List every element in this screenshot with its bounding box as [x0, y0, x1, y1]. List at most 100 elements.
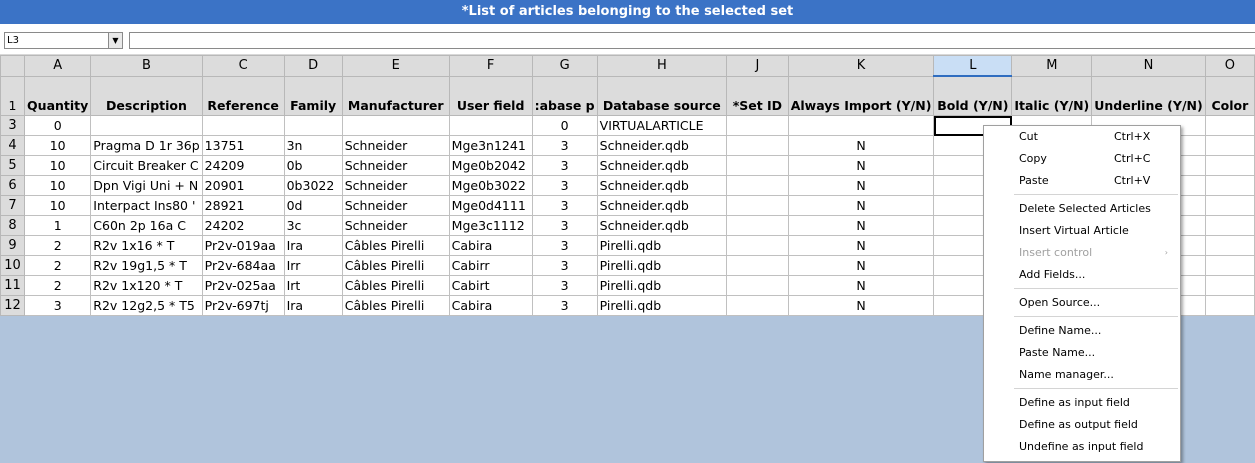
grid-cell[interactable]: 3	[531, 175, 598, 196]
grid-cell[interactable]: Pr2v-019aa	[201, 235, 285, 256]
field-header[interactable]: Italic (Y/N)	[1011, 75, 1093, 116]
grid-cell[interactable]	[726, 295, 789, 316]
grid-cell[interactable]: Mge3c1112	[448, 215, 533, 236]
grid-cell[interactable]	[726, 115, 789, 136]
grid-cell[interactable]	[726, 275, 789, 296]
grid-cell[interactable]: Cabira	[448, 235, 533, 256]
field-header[interactable]: Family	[283, 75, 343, 116]
grid-cell[interactable]: 2	[24, 255, 92, 276]
grid-cell[interactable]: Schneider	[341, 175, 450, 196]
grid-cell[interactable]: 0b3022	[283, 175, 343, 196]
grid-cell[interactable]	[726, 155, 789, 176]
grid-cell[interactable]: 3	[531, 235, 598, 256]
grid-cell[interactable]	[341, 115, 450, 136]
column-header-letter-selected[interactable]: L	[933, 55, 1013, 77]
grid-cell[interactable]: N	[787, 195, 935, 216]
grid-cell[interactable]: Pirelli.qdb	[596, 235, 728, 256]
grid-cell[interactable]: 1	[24, 215, 92, 236]
column-header-letter[interactable]: N	[1091, 55, 1206, 77]
grid-cell[interactable]: Schneider.qdb	[596, 215, 728, 236]
grid-cell[interactable]	[1204, 255, 1255, 276]
menu-item-name-manager[interactable]: Name manager...	[984, 364, 1180, 386]
row-number[interactable]: 6	[0, 175, 26, 196]
grid-cell[interactable]: 2	[24, 275, 92, 296]
grid-cell[interactable]: Schneider.qdb	[596, 135, 728, 156]
grid-cell[interactable]: Pr2v-025aa	[201, 275, 285, 296]
grid-cell[interactable]: C60n 2p 16a C	[90, 215, 203, 236]
grid-cell[interactable]: Schneider	[341, 215, 450, 236]
grid-cell[interactable]	[448, 115, 533, 136]
name-box[interactable]: L3 ▼	[4, 32, 123, 49]
grid-cell[interactable]: N	[787, 175, 935, 196]
row-number[interactable]: 3	[0, 115, 26, 136]
grid-cell[interactable]	[1204, 235, 1255, 256]
grid-cell[interactable]: 3	[531, 295, 598, 316]
grid-cell[interactable]	[1204, 115, 1255, 136]
grid-cell[interactable]: Schneider	[341, 195, 450, 216]
grid-cell[interactable]: 10	[24, 195, 92, 216]
grid-cell[interactable]: 0b	[283, 155, 343, 176]
menu-item-paste-name[interactable]: Paste Name...	[984, 342, 1180, 364]
column-header-letter[interactable]: J	[726, 55, 789, 77]
grid-cell[interactable]: R2v 19g1,5 * T	[90, 255, 203, 276]
grid-cell[interactable]: VIRTUALARTICLE	[596, 115, 728, 136]
grid-cell[interactable]: Irt	[283, 275, 343, 296]
grid-cell[interactable]: Interpact Ins80 '	[90, 195, 203, 216]
menu-item-add-fields[interactable]: Add Fields...	[984, 264, 1180, 286]
field-header[interactable]: Underline (Y/N)	[1091, 75, 1206, 116]
grid-cell[interactable]	[1204, 295, 1255, 316]
grid-cell[interactable]	[1204, 215, 1255, 236]
row-number[interactable]: 7	[0, 195, 26, 216]
column-header-letter[interactable]: M	[1011, 55, 1093, 77]
grid-cell[interactable]: 10	[24, 135, 92, 156]
field-header[interactable]: *Set ID	[726, 75, 789, 116]
grid-cell[interactable]: Cabirr	[448, 255, 533, 276]
formula-input[interactable]	[129, 32, 1255, 49]
grid-cell[interactable]: Ira	[283, 235, 343, 256]
grid-cell[interactable]: Câbles Pirelli	[341, 255, 450, 276]
grid-cell[interactable]: Mge0b2042	[448, 155, 533, 176]
grid-cell[interactable]	[1204, 275, 1255, 296]
grid-cell[interactable]: Ira	[283, 295, 343, 316]
grid-cell[interactable]: N	[787, 155, 935, 176]
row-number[interactable]: 12	[0, 295, 26, 316]
grid-cell[interactable]: 3c	[283, 215, 343, 236]
row-number[interactable]: 11	[0, 275, 26, 296]
field-header[interactable]: :abase p	[531, 75, 598, 116]
field-header[interactable]: Database source	[596, 75, 728, 116]
grid-cell[interactable]: N	[787, 255, 935, 276]
grid-cell[interactable]	[283, 115, 343, 136]
grid-cell[interactable]: Pragma D 1r 36p	[90, 135, 203, 156]
grid-cell[interactable]	[726, 195, 789, 216]
name-box-dropdown-button[interactable]: ▼	[108, 33, 122, 48]
menu-item-paste[interactable]: Paste Ctrl+V	[984, 170, 1180, 192]
grid-cell[interactable]: 10	[24, 175, 92, 196]
row-number[interactable]: 8	[0, 215, 26, 236]
grid-cell[interactable]: 0	[24, 115, 92, 136]
row-number[interactable]: 5	[0, 155, 26, 176]
grid-cell[interactable]	[90, 115, 203, 136]
grid-cell[interactable]: N	[787, 135, 935, 156]
field-header[interactable]: User field	[448, 75, 533, 116]
grid-cell[interactable]: Câbles Pirelli	[341, 275, 450, 296]
field-header[interactable]: Quantity	[24, 75, 92, 116]
grid-cell[interactable]: Mge0b3022	[448, 175, 533, 196]
grid-cell[interactable]: 13751	[201, 135, 285, 156]
grid-cell[interactable]: 3	[531, 195, 598, 216]
grid-cell[interactable]: Irr	[283, 255, 343, 276]
grid-cell[interactable]: Pirelli.qdb	[596, 275, 728, 296]
field-header[interactable]: Bold (Y/N)	[933, 75, 1013, 116]
menu-item-define-as-input-field[interactable]: Define as input field	[984, 392, 1180, 414]
grid-cell[interactable]	[726, 235, 789, 256]
grid-cell[interactable]: R2v 12g2,5 * T5	[90, 295, 203, 316]
grid-cell[interactable]: Cabira	[448, 295, 533, 316]
field-header[interactable]: Manufacturer	[341, 75, 450, 116]
grid-cell[interactable]	[1204, 175, 1255, 196]
menu-item-insert-virtual-article[interactable]: Insert Virtual Article	[984, 220, 1180, 242]
grid-cell[interactable]: 2	[24, 235, 92, 256]
grid-cell[interactable]: Schneider.qdb	[596, 155, 728, 176]
grid-cell[interactable]: 24202	[201, 215, 285, 236]
menu-item-define-as-output-field[interactable]: Define as output field	[984, 414, 1180, 436]
menu-item-delete-selected-articles[interactable]: Delete Selected Articles	[984, 198, 1180, 220]
grid-cell[interactable]: Mge0d4111	[448, 195, 533, 216]
